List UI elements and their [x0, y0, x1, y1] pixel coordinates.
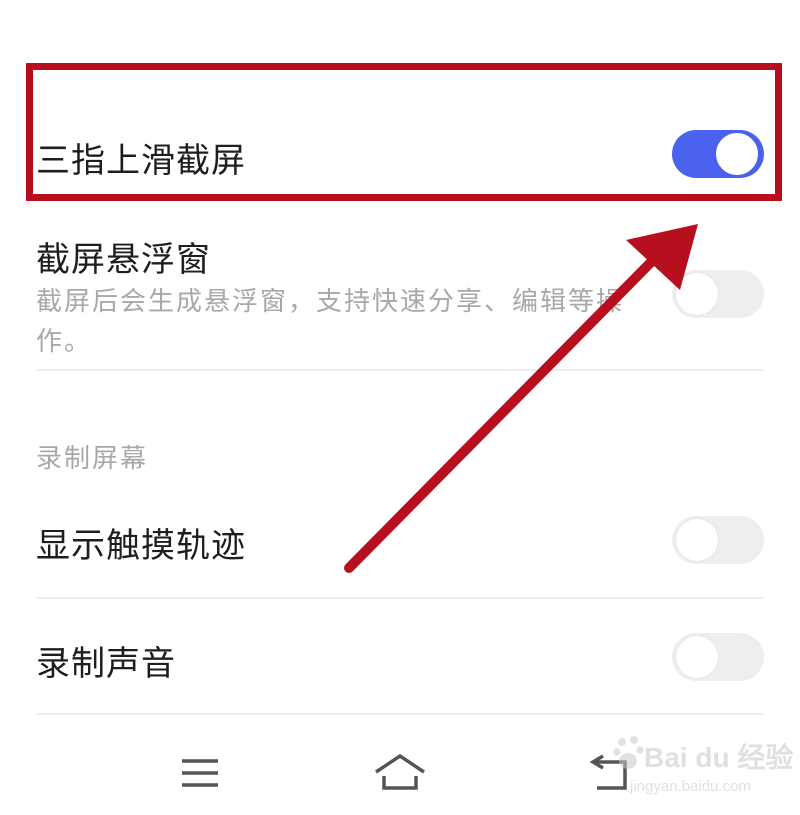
- section-header-screen-recording: 录制屏幕: [36, 444, 149, 474]
- floating-window-description: 截屏后会生成悬浮窗，支持快速分享、编辑等操作。: [36, 287, 625, 357]
- three-finger-screenshot-toggle[interactable]: [672, 130, 764, 178]
- show-touches-toggle[interactable]: [672, 516, 764, 564]
- back-icon[interactable]: [585, 748, 645, 798]
- toggle-knob: [676, 273, 718, 315]
- menu-icon[interactable]: [170, 748, 230, 798]
- three-finger-screenshot-label: 三指上滑截屏: [36, 141, 246, 181]
- home-icon[interactable]: [370, 748, 430, 798]
- show-touches-label: 显示触摸轨迹: [36, 526, 246, 566]
- record-sound-label: 录制声音: [36, 644, 176, 684]
- record-sound-toggle[interactable]: [672, 633, 764, 681]
- toggle-knob: [714, 131, 760, 177]
- divider: [36, 597, 764, 599]
- divider: [36, 713, 764, 715]
- navigation-bar: [0, 730, 800, 815]
- settings-screen: 三指上滑截屏 截屏悬浮窗 截屏后会生成悬浮窗，支持快速分享、编辑等操作。 录制屏…: [0, 0, 800, 815]
- toggle-knob: [676, 636, 718, 678]
- floating-window-label: 截屏悬浮窗: [36, 240, 211, 280]
- annotation-arrow-icon: [344, 224, 698, 573]
- toggle-knob: [676, 519, 718, 561]
- floating-window-toggle[interactable]: [672, 270, 764, 318]
- divider: [36, 369, 764, 371]
